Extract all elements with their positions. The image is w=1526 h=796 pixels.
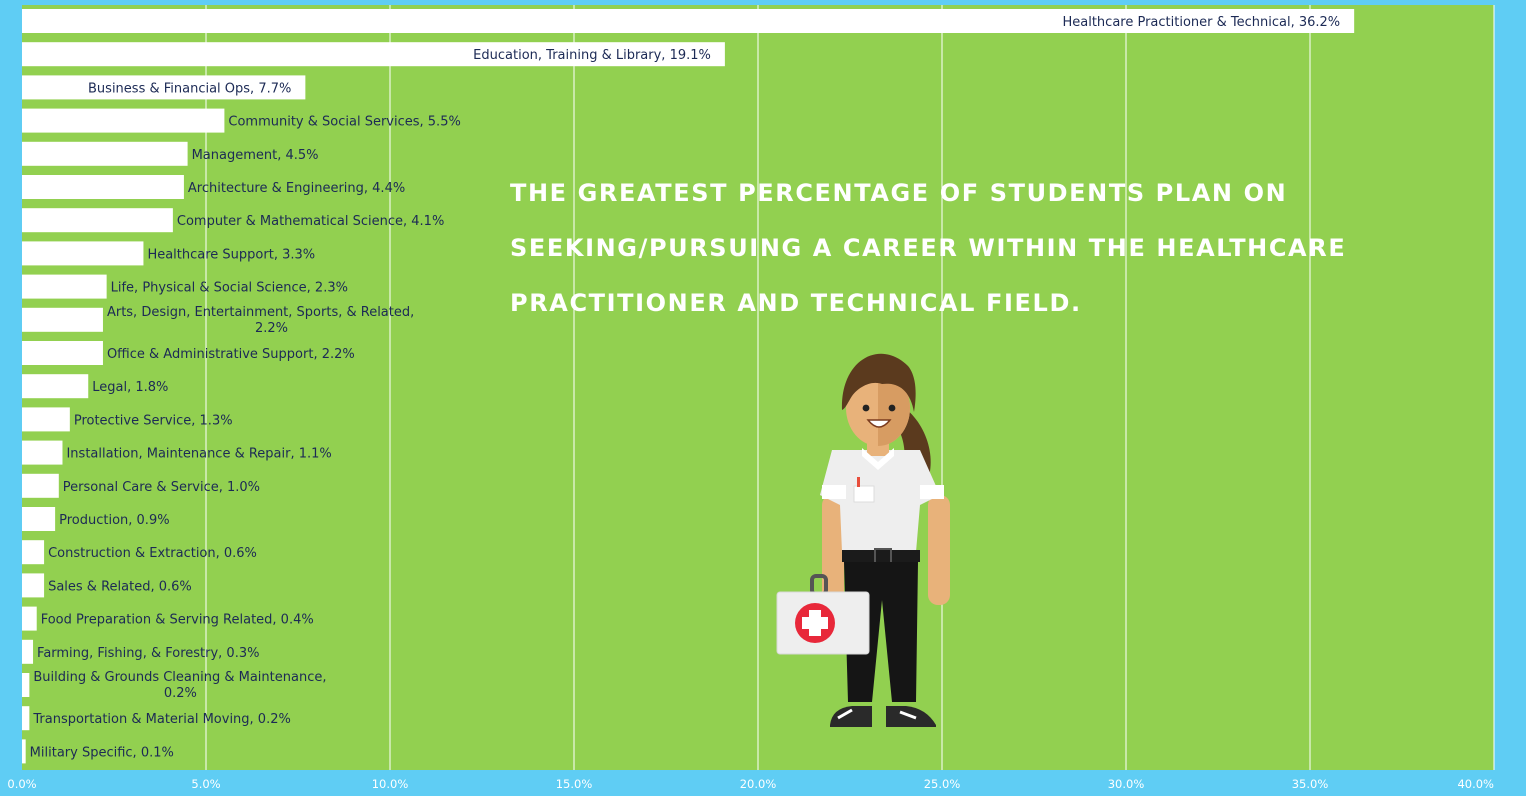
x-tick-label: 40.0% bbox=[1457, 777, 1494, 791]
bar bbox=[22, 307, 103, 332]
x-tick-label: 0.0% bbox=[7, 777, 36, 791]
bar-data-label: Business & Financial Ops, 7.7% bbox=[88, 81, 291, 96]
bar bbox=[22, 706, 30, 731]
bar bbox=[22, 440, 63, 465]
bar bbox=[22, 739, 26, 764]
headline-text: THE GREATEST PERCENTAGE OF STUDENTS PLAN… bbox=[510, 179, 1347, 317]
bar-data-label: Computer & Mathematical Science, 4.1% bbox=[177, 214, 444, 229]
bar bbox=[22, 540, 45, 565]
x-tick-label: 15.0% bbox=[556, 777, 593, 791]
bar bbox=[22, 573, 45, 598]
bar-data-label: Office & Administrative Support, 2.2% bbox=[107, 347, 355, 362]
bar-data-label: Production, 0.9% bbox=[59, 513, 169, 528]
bar bbox=[22, 507, 56, 531]
bar-data-label: Sales & Related, 0.6% bbox=[48, 579, 192, 594]
bar bbox=[22, 141, 188, 166]
nurse-icon bbox=[776, 353, 950, 727]
x-axis-ticks: 0.0% 5.0% 10.0% 15.0% 20.0% 25.0% 30.0% 35.0% 40… bbox=[7, 777, 1494, 791]
bar bbox=[22, 208, 173, 233]
bar-chart: Healthcare Practitioner & Technical, 36.… bbox=[7, 5, 1495, 791]
bar bbox=[22, 407, 70, 432]
bar-data-label: Personal Care & Service, 1.0% bbox=[63, 480, 260, 495]
bar bbox=[22, 108, 225, 133]
bar bbox=[22, 473, 59, 498]
x-tick-label: 20.0% bbox=[740, 777, 777, 791]
bar-data-label: Food Preparation & Serving Related, 0.4% bbox=[41, 613, 314, 628]
bar-data-label: Construction & Extraction, 0.6% bbox=[48, 546, 257, 561]
bar-data-label: Architecture & Engineering, 4.4% bbox=[188, 181, 405, 196]
bar-data-label: Transportation & Material Moving, 0.2% bbox=[32, 712, 290, 727]
bar bbox=[22, 639, 34, 664]
bar-data-label: Protective Service, 1.3% bbox=[74, 413, 233, 428]
x-tick-label: 5.0% bbox=[191, 777, 220, 791]
bar bbox=[22, 606, 37, 631]
bar-data-label: Community & Social Services, 5.5% bbox=[228, 115, 460, 130]
bar-data-label: Healthcare Practitioner & Technical, 36.… bbox=[1062, 15, 1340, 30]
bar-data-label: Management, 4.5% bbox=[192, 148, 319, 163]
x-tick-label: 30.0% bbox=[1108, 777, 1145, 791]
bar-data-label: Military Specific, 0.1% bbox=[30, 745, 174, 760]
bar-data-label: Life, Physical & Social Science, 2.3% bbox=[111, 281, 348, 296]
x-tick-label: 10.0% bbox=[372, 777, 409, 791]
bar bbox=[22, 341, 103, 365]
bar-data-label: Healthcare Support, 3.3% bbox=[147, 247, 315, 262]
bar bbox=[22, 274, 107, 299]
bar bbox=[22, 374, 89, 399]
x-tick-label: 25.0% bbox=[924, 777, 961, 791]
x-tick-label: 35.0% bbox=[1292, 777, 1329, 791]
bar-data-label: Education, Training & Library, 19.1% bbox=[473, 48, 711, 63]
nurse-illustration bbox=[776, 353, 950, 727]
bar bbox=[22, 241, 144, 266]
bar-data-label: Legal, 1.8% bbox=[92, 380, 168, 395]
bar bbox=[22, 175, 184, 199]
bar-data-label: Installation, Maintenance & Repair, 1.1% bbox=[66, 447, 331, 462]
bar-data-label: Farming, Fishing, & Forestry, 0.3% bbox=[37, 646, 259, 661]
bar bbox=[22, 673, 30, 697]
